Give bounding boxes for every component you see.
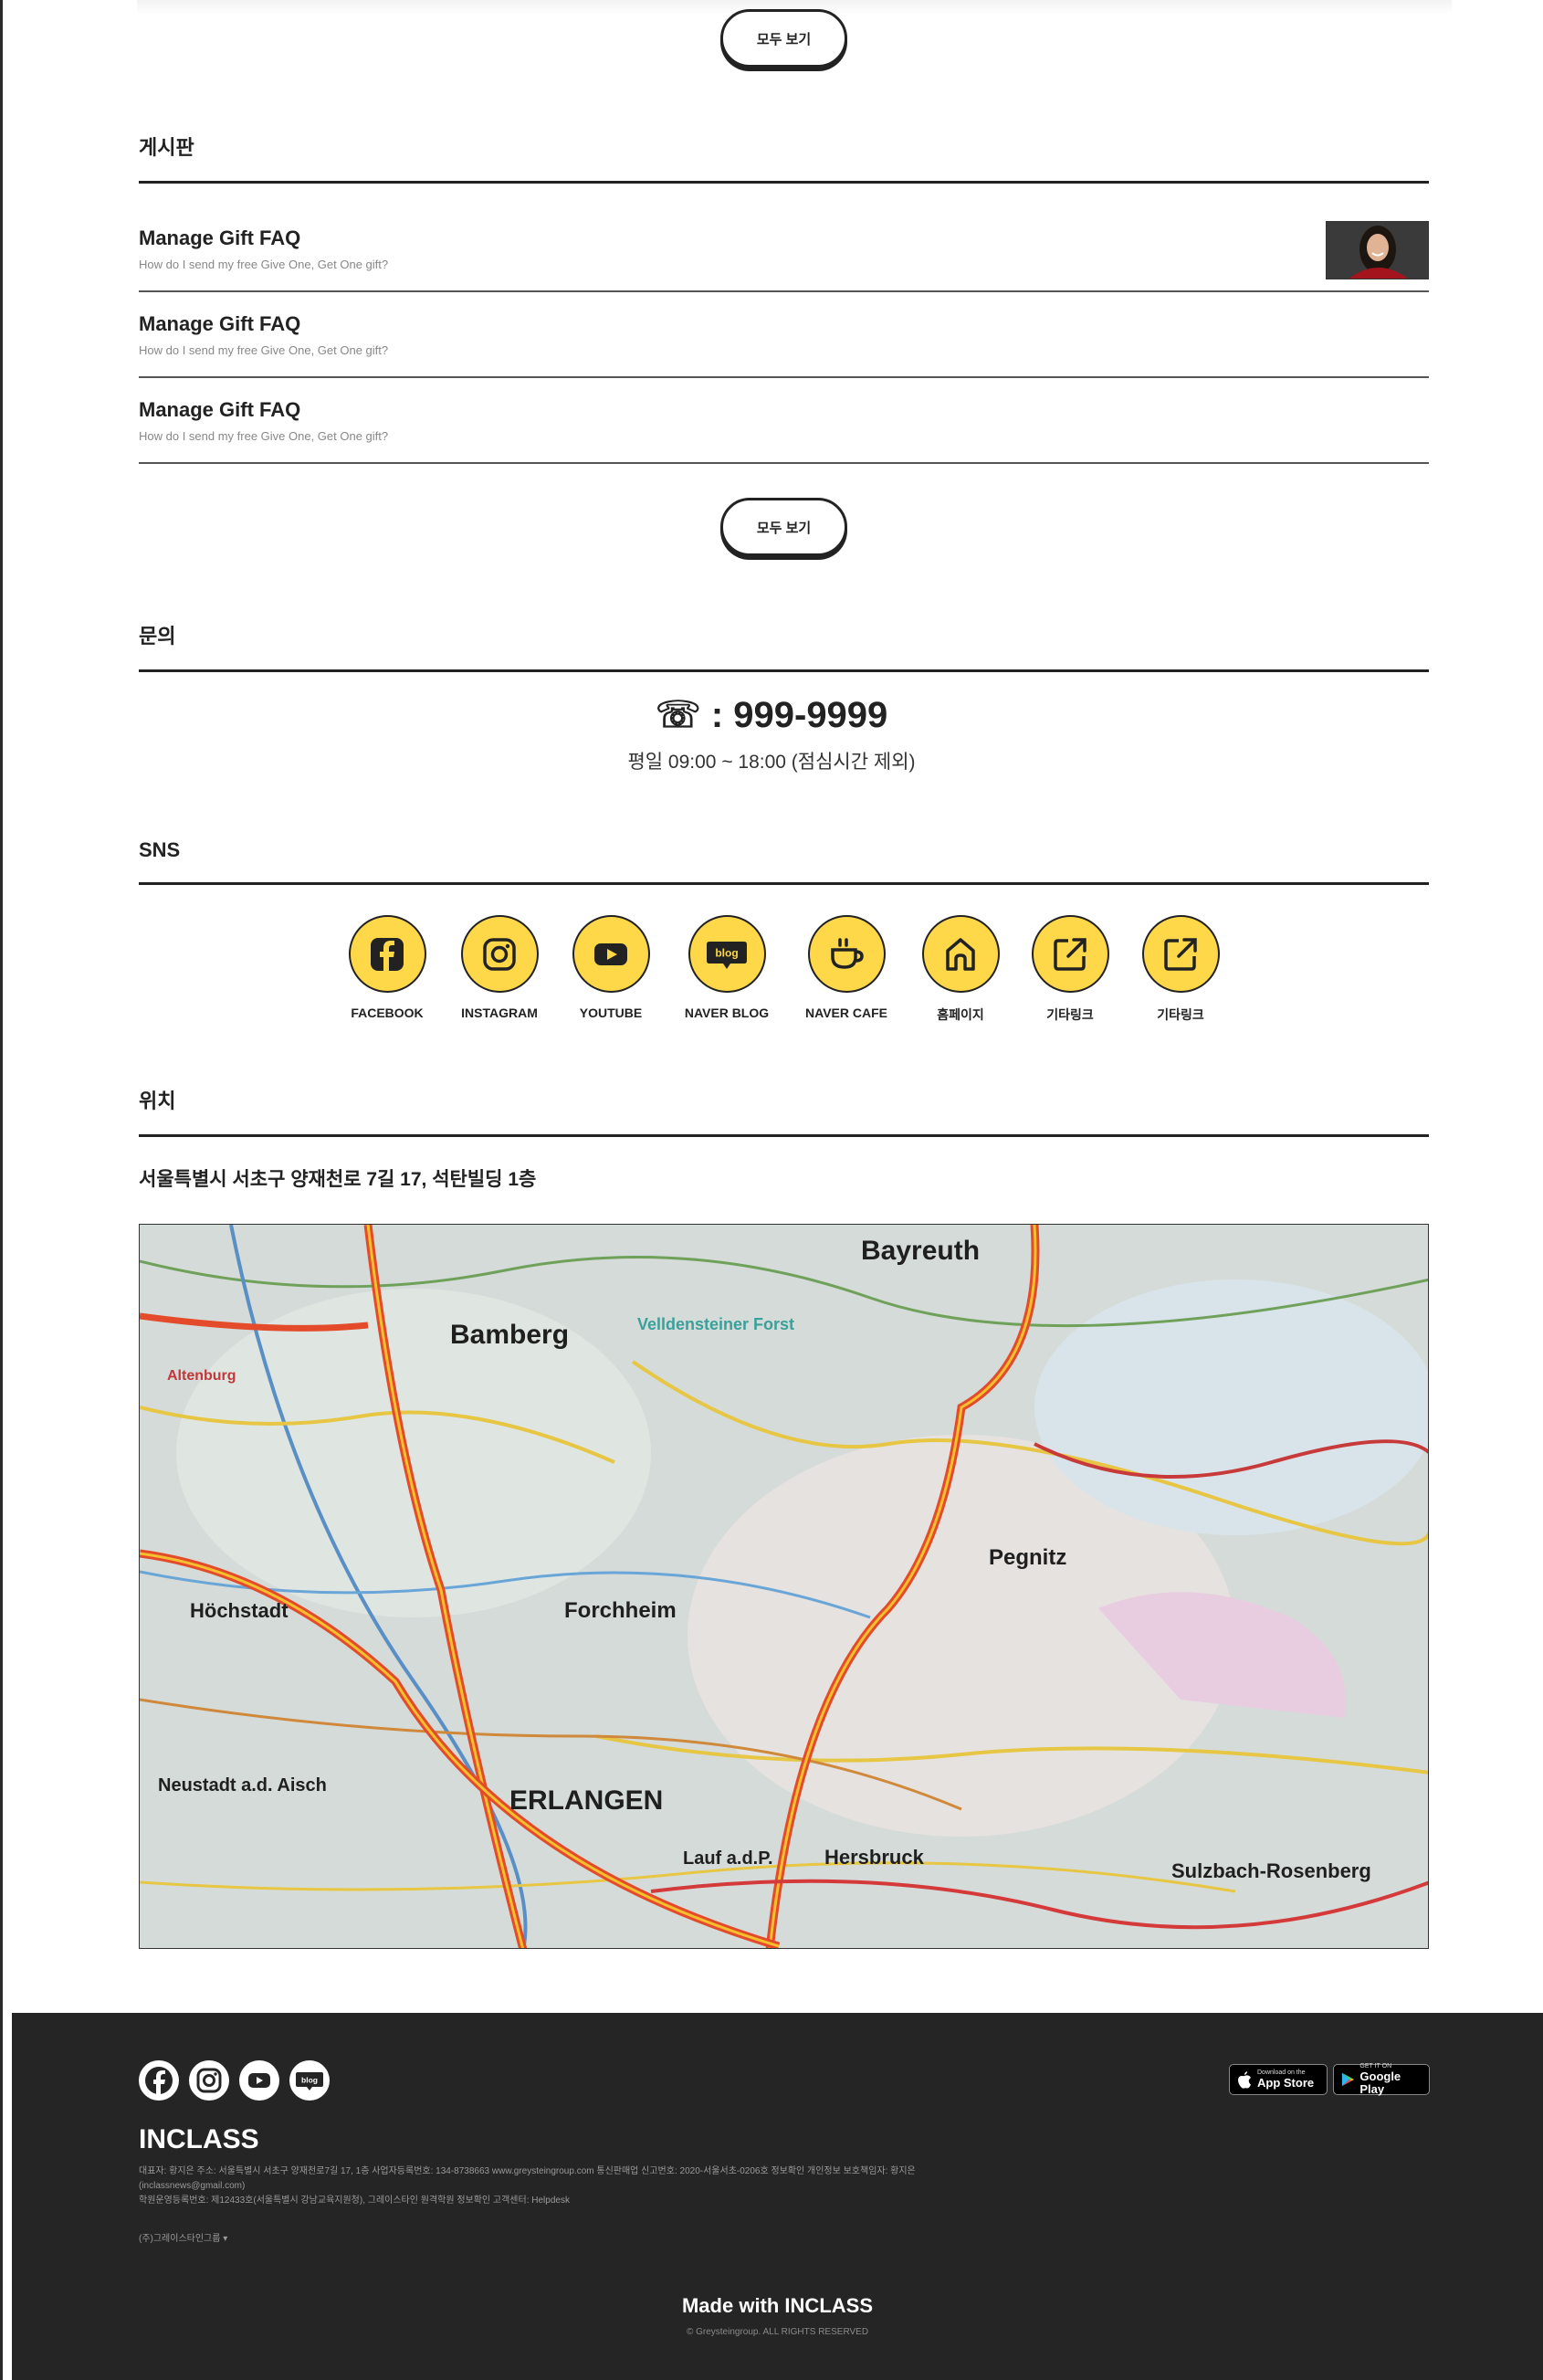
sns-instagram[interactable]: INSTAGRAM xyxy=(445,915,554,1020)
svg-text:Höchstadt: Höchstadt xyxy=(190,1599,289,1622)
sns-label: FACEBOOK xyxy=(351,1006,424,1020)
sns-youtube[interactable]: YOUTUBE xyxy=(556,915,666,1020)
apple-icon xyxy=(1238,2071,1251,2089)
sns-label: 기타링크 xyxy=(1046,1007,1094,1022)
sns-naver-cafe[interactable]: NAVER CAFE xyxy=(792,915,901,1020)
svg-text:Altenburg: Altenburg xyxy=(167,1368,236,1384)
sns-label: INSTAGRAM xyxy=(461,1006,538,1020)
contact-heading: 문의 xyxy=(139,620,1429,672)
footer-blog-icon[interactable]: blog xyxy=(289,2060,330,2101)
family-site-dropdown[interactable]: (주)그레이스타인그룹 ▾ xyxy=(139,2230,227,2244)
site-footer: blog Download on the App Store GET IT ON… xyxy=(12,2013,1543,2380)
home-icon xyxy=(921,915,1000,993)
footer-info-line: 학원운영등록번호: 제12433호(서울특별시 강남교육지원청), 그레이스타인… xyxy=(139,2196,570,2206)
svg-text:blog: blog xyxy=(301,2076,318,2085)
sns-other-link-1[interactable]: 기타링크 xyxy=(1015,915,1125,1024)
board-post-title[interactable]: Manage Gift FAQ xyxy=(139,398,300,422)
made-with-text: Made with INCLASS xyxy=(681,2294,873,2317)
sns-heading: SNS xyxy=(139,838,1429,885)
svg-text:Bamberg: Bamberg xyxy=(450,1320,569,1350)
blog-icon: blog xyxy=(688,915,766,993)
external-link-icon xyxy=(1141,915,1220,993)
svg-text:ERLANGEN: ERLANGEN xyxy=(509,1785,663,1816)
footer-info-line: 대표자: 황지은 주소: 서울특별시 서초구 양재천로7길 17, 1층 사업자… xyxy=(139,2166,916,2176)
sns-label: NAVER BLOG xyxy=(684,1006,770,1020)
svg-text:Forchheim: Forchheim xyxy=(564,1598,677,1623)
view-all-button-board[interactable]: 모두 보기 xyxy=(720,498,847,556)
board-post-subtitle: How do I send my free Give One, Get One … xyxy=(139,429,389,443)
view-all-button-top[interactable]: 모두 보기 xyxy=(720,9,847,68)
app-store-badge[interactable]: Download on the App Store xyxy=(1229,2064,1328,2095)
svg-text:Pegnitz: Pegnitz xyxy=(989,1545,1066,1570)
footer-youtube-icon[interactable] xyxy=(239,2060,279,2101)
svg-text:Neustadt a.d. Aisch: Neustadt a.d. Aisch xyxy=(158,1775,327,1796)
board-post-thumbnail[interactable] xyxy=(1326,221,1429,279)
sns-label: 홈페이지 xyxy=(937,1007,984,1022)
sns-homepage[interactable]: 홈페이지 xyxy=(906,915,1015,1024)
svg-text:Hersbruck: Hersbruck xyxy=(824,1846,925,1869)
google-play-badge[interactable]: GET IT ON Google Play xyxy=(1333,2063,1430,2096)
location-heading: 위치 xyxy=(139,1085,1429,1137)
footer-facebook-icon[interactable] xyxy=(139,2060,179,2101)
sns-label: YOUTUBE xyxy=(579,1006,643,1020)
sns-label: NAVER CAFE xyxy=(805,1006,887,1020)
external-link-icon xyxy=(1031,915,1109,993)
cafe-icon xyxy=(807,915,886,993)
svg-text:Bayreuth: Bayreuth xyxy=(861,1236,980,1266)
copyright-text: © Greysteingroup. ALL RIGHTS RESERVED xyxy=(686,2327,869,2337)
board-post-row[interactable]: Manage Gift FAQ How do I send my free Gi… xyxy=(139,292,1429,378)
youtube-icon xyxy=(572,915,650,993)
board-post-subtitle: How do I send my free Give One, Get One … xyxy=(139,343,389,357)
board-post-title[interactable]: Manage Gift FAQ xyxy=(139,226,300,250)
location-address: 서울특별시 서초구 양재천로 7길 17, 석탄빌딩 1층 xyxy=(139,1169,537,1190)
sns-label: 기타링크 xyxy=(1157,1007,1204,1022)
facebook-icon xyxy=(348,915,426,993)
board-post-row[interactable]: Manage Gift FAQ How do I send my free Gi… xyxy=(139,378,1429,464)
sns-naver-blog[interactable]: blog NAVER BLOG xyxy=(672,915,782,1020)
board-post-subtitle: How do I send my free Give One, Get One … xyxy=(139,258,389,271)
app-store-big-text: App Store xyxy=(1257,2076,1315,2090)
board-post-title[interactable]: Manage Gift FAQ xyxy=(139,312,300,336)
google-play-icon xyxy=(1341,2072,1354,2087)
contact-phone[interactable]: ☏ : 999-9999 xyxy=(0,694,1543,736)
svg-text:blog: blog xyxy=(715,946,738,959)
google-play-big-text: Google Play xyxy=(1359,2069,1401,2096)
sns-other-link-2[interactable]: 기타링크 xyxy=(1126,915,1235,1024)
footer-info-email: (inclassnews@gmail.com) xyxy=(139,2181,246,2191)
sns-facebook[interactable]: FACEBOOK xyxy=(332,915,442,1020)
board-heading: 게시판 xyxy=(139,132,1429,184)
footer-brand: INCLASS xyxy=(139,2124,259,2154)
contact-hours: 평일 09:00 ~ 18:00 (점심시간 제외) xyxy=(627,752,916,773)
page-border-left xyxy=(0,0,3,2380)
svg-text:Sulzbach-Rosenberg: Sulzbach-Rosenberg xyxy=(1171,1859,1371,1882)
board-post-row[interactable]: Manage Gift FAQ How do I send my free Gi… xyxy=(139,206,1429,292)
instagram-icon xyxy=(460,915,539,993)
footer-instagram-icon[interactable] xyxy=(189,2060,229,2101)
footer-company-info: 대표자: 황지은 주소: 서울특별시 서초구 양재천로7길 17, 1층 사업자… xyxy=(139,2164,960,2208)
svg-text:Velldensteiner Forst: Velldensteiner Forst xyxy=(637,1315,794,1333)
svg-text:Lauf a.d.P.: Lauf a.d.P. xyxy=(683,1848,773,1869)
location-map[interactable]: Bayreuth Bamberg Forchheim Pegnitz Höchs… xyxy=(139,1224,1429,1949)
